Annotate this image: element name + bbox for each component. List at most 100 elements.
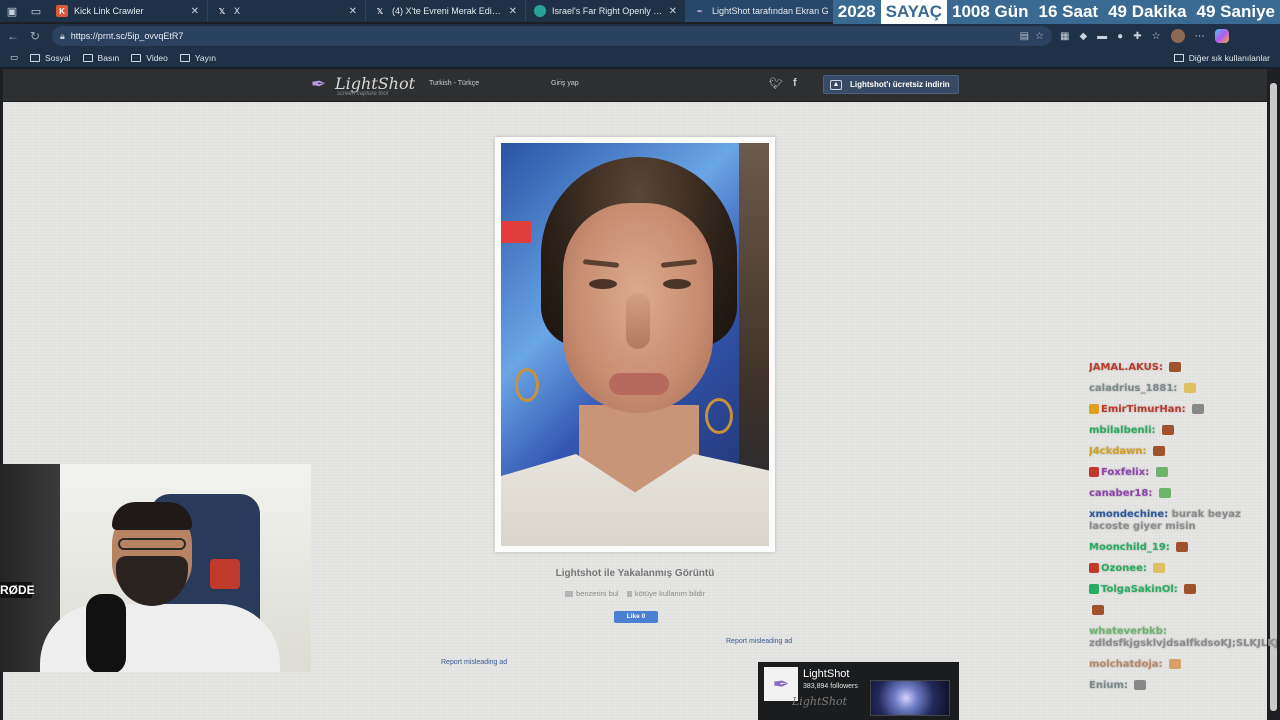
reader-mode-icon[interactable]: ▤ xyxy=(1020,31,1029,42)
bookmarks-menu-icon[interactable]: ▭ xyxy=(10,52,18,63)
more-menu-icon[interactable]: ⋯ xyxy=(1195,31,1205,42)
find-similar-link[interactable]: benzerini bul xyxy=(576,589,619,598)
social-links: 🐦︎ f xyxy=(769,77,797,90)
brand-tagline: screen capture tool xyxy=(337,91,389,97)
chat-username[interactable]: TolgaSakinOl xyxy=(1101,584,1174,595)
login-link[interactable]: Giriş yap xyxy=(551,80,579,87)
address-bar[interactable]: 🔒︎ https://prnt.sc/5ip_ovvqEtR7 ▤ ☆ xyxy=(52,26,1052,46)
microphone xyxy=(86,594,126,672)
lightshot-ad[interactable]: ✒ LightShot 383,894 followers LightShot xyxy=(758,662,959,720)
chat-username[interactable]: canaber18 xyxy=(1089,488,1148,499)
tab-kick-link-crawler[interactable]: K Kick Link Crawler ✕ xyxy=(48,0,208,22)
bookmark-folder-yayin[interactable]: Yayın xyxy=(179,52,216,63)
chat-username[interactable]: J4ckdawn xyxy=(1089,446,1143,457)
chat-username[interactable]: whateverbkb xyxy=(1089,626,1163,637)
chat-emote-icon xyxy=(1192,404,1205,414)
bookmark-label: Yayın xyxy=(194,52,216,63)
counter-days: 1008 Gün xyxy=(952,2,1029,21)
chat-username[interactable]: mbilalbenli xyxy=(1089,425,1152,436)
counter-year: 2028 xyxy=(837,2,876,21)
extension-icon[interactable]: ● xyxy=(1117,31,1123,42)
chat-message: mbilalbenli: xyxy=(1089,425,1277,437)
close-tab-icon[interactable]: ✕ xyxy=(509,6,517,17)
lightshot-logo[interactable]: ✒ LightShot screen capture tool xyxy=(311,74,416,97)
download-button[interactable]: ▲ Lightshot'ı ücretsiz indirin xyxy=(823,75,959,94)
lips xyxy=(609,373,669,395)
bookmark-folder-basin[interactable]: Basın xyxy=(82,53,119,63)
ad-title: LightShot xyxy=(803,668,850,680)
close-tab-icon[interactable]: ✕ xyxy=(349,6,357,17)
copilot-icon[interactable] xyxy=(1214,29,1229,43)
chat-username[interactable]: Ozonee xyxy=(1101,563,1143,574)
chat-message: TolgaSakinOl: xyxy=(1089,584,1277,596)
chat-badge-icon xyxy=(1089,584,1099,594)
favorites-icon[interactable]: ☆ xyxy=(1152,31,1161,42)
chat-username[interactable]: Moonchild_19 xyxy=(1089,542,1166,553)
screen: ▣ ▭ K Kick Link Crawler ✕ 𝕏 X ✕ 𝕏 (4) X'… xyxy=(0,0,1280,720)
webcam-overlay: RØDE xyxy=(0,464,311,672)
bookmarks-bar: ▭ Sosyal Basın Video Yayın Diğer sık kul… xyxy=(0,48,1280,68)
chat-message xyxy=(1089,605,1277,617)
chat-emote-icon xyxy=(1158,488,1171,498)
bookmark-folder-video[interactable]: Video xyxy=(131,53,168,63)
report-abuse-link[interactable]: kötüye kullanım bildir xyxy=(635,589,705,598)
extensions-icon[interactable]: ✚ xyxy=(1133,31,1141,42)
chat-emote-icon xyxy=(1168,659,1181,669)
chat-username[interactable]: caladrius_1881 xyxy=(1089,383,1173,394)
tab-actions-icon[interactable]: ▭ xyxy=(24,0,48,22)
profile-avatar[interactable] xyxy=(1170,29,1185,43)
close-tab-icon[interactable]: ✕ xyxy=(669,6,677,17)
chat-badge-icon xyxy=(1089,563,1099,573)
chat-username[interactable]: Foxfelix xyxy=(1101,467,1145,478)
chat-colon: : xyxy=(1173,584,1182,595)
close-tab-icon[interactable]: ✕ xyxy=(191,6,199,17)
chat-username[interactable]: JAMAL.AKUS xyxy=(1089,362,1159,373)
tab-title: LightShot tarafından Ekran G xyxy=(712,6,829,16)
facebook-like-button[interactable]: Like 0 xyxy=(614,611,658,623)
chat-emote-icon xyxy=(1153,563,1166,573)
chat-colon: : xyxy=(1158,362,1167,373)
tab-x-evreni[interactable]: 𝕏 (4) X'te Evreni Merak Ediyoruz: "D ✕ xyxy=(366,0,526,22)
eye xyxy=(589,279,617,289)
report-ad-link[interactable]: Report misleading ad xyxy=(726,638,792,645)
tab-x[interactable]: 𝕏 X ✕ xyxy=(208,0,366,22)
bookmark-folder-sosyal[interactable]: Sosyal xyxy=(30,53,71,63)
ad-watermark: LightShot xyxy=(792,695,848,708)
chat-username[interactable]: molchatdoja xyxy=(1089,659,1159,670)
chat-message: JAMAL.AKUS: xyxy=(1089,362,1277,374)
facebook-icon[interactable]: f xyxy=(793,77,797,90)
tab-lightshot[interactable]: ✒ LightShot tarafından Ekran G xyxy=(686,0,856,22)
feather-icon: ✒ xyxy=(311,74,327,94)
extension-icon[interactable]: ▦ xyxy=(1060,31,1069,42)
twitter-icon[interactable]: 🐦︎ xyxy=(769,77,783,90)
back-icon[interactable]: ← xyxy=(2,25,24,47)
toolbar: ← ↻ 🔒︎ https://prnt.sc/5ip_ovvqEtR7 ▤ ☆ … xyxy=(0,24,1280,48)
ad-followers: 383,894 followers xyxy=(803,683,858,690)
chat-emote-icon xyxy=(1184,584,1197,594)
chat-emote-icon xyxy=(1162,425,1175,435)
other-favorites[interactable]: Diğer sık kullanılanlar xyxy=(1173,48,1270,68)
refresh-icon[interactable]: ↻ xyxy=(24,25,46,47)
chat-colon: : xyxy=(1181,404,1190,415)
chat-message: molchatdoja: xyxy=(1089,659,1277,671)
language-selector[interactable]: Turkish - Türkçe xyxy=(429,80,479,87)
workspaces-icon[interactable]: ▣ xyxy=(0,0,24,22)
screenshot-image[interactable] xyxy=(501,143,769,546)
tab-israel-article[interactable]: Israel's Far Right Openly Calls to ✕ xyxy=(526,0,686,22)
extension-icon[interactable]: ▬ xyxy=(1097,31,1107,42)
extension-icon[interactable]: ◆ xyxy=(1079,31,1087,42)
chat-message: Ozonee: xyxy=(1089,563,1277,575)
chat-badge-icon xyxy=(1089,404,1099,414)
tab-title: X xyxy=(234,6,241,16)
chat-username[interactable]: xmondechine xyxy=(1089,509,1164,520)
chat-username[interactable]: Enium xyxy=(1089,680,1124,691)
chat-username[interactable]: EmirTimurHan xyxy=(1101,404,1182,415)
feather-icon: ✒ xyxy=(696,6,704,16)
address-url[interactable]: https://prnt.sc/5ip_ovvqEtR7 xyxy=(71,31,184,41)
brand-name: LightShot xyxy=(335,74,416,93)
chat-badge-icon xyxy=(1089,467,1099,477)
favorite-star-icon[interactable]: ☆ xyxy=(1035,31,1044,42)
report-ad-link[interactable]: Report misleading ad xyxy=(441,659,507,666)
chat-message: J4ckdawn: xyxy=(1089,446,1277,458)
countdown-overlay: 2028 SAYAÇ 1008 Gün 16 Saat 49 Dakika 49… xyxy=(832,0,1280,24)
